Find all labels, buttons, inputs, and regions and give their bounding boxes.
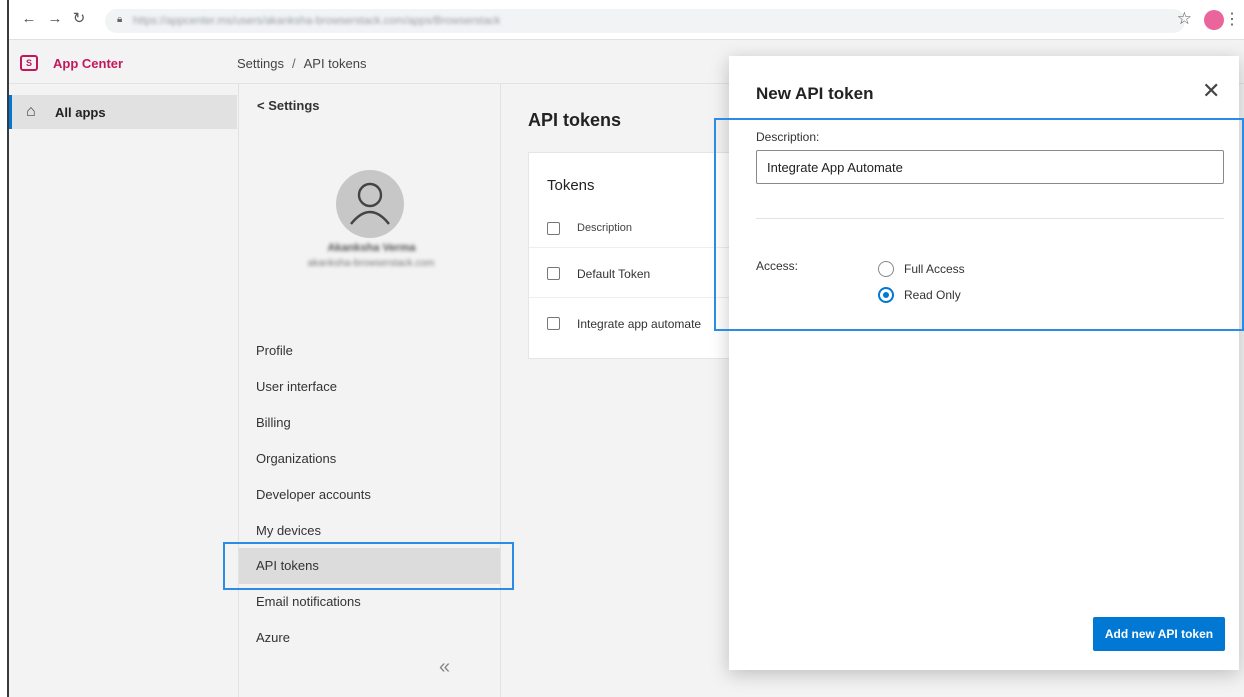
browser-menu-icon[interactable]: ⋮ (1224, 9, 1240, 29)
add-new-api-token-button[interactable]: Add new API token (1093, 617, 1225, 651)
breadcrumb-settings[interactable]: Settings (237, 56, 284, 71)
breadcrumb-current: API tokens (303, 56, 367, 71)
back-to-settings-link[interactable]: < Settings (257, 98, 320, 113)
breadcrumb: Settings / API tokens (237, 56, 366, 71)
back-arrow-icon[interactable]: ← (21, 11, 37, 27)
new-api-token-dialog: New API token ✕ Description: Access: Ful… (729, 56, 1239, 670)
user-email: akanksha-browserstack.com (307, 258, 435, 269)
person-icon (350, 182, 390, 225)
settings-item-developer-accounts[interactable]: Developer accounts (239, 477, 500, 513)
token-description: Integrate app automate (577, 317, 702, 331)
app-frame: ← → ↻ 🔒︎ https://appcenter.ms/users/akan… (7, 0, 1244, 697)
address-bar-url: https://appcenter.ms/users/akanksha-brow… (133, 15, 501, 27)
browser-toolbar: ← → ↻ 🔒︎ https://appcenter.ms/users/akan… (9, 0, 1244, 40)
divider (756, 218, 1224, 219)
bookmark-star-icon[interactable]: ☆ (1177, 9, 1192, 29)
row-checkbox[interactable] (547, 267, 560, 280)
token-description: Default Token (577, 267, 651, 281)
settings-item-email-notifications[interactable]: Email notifications (239, 584, 500, 620)
sidebar-item-label: All apps (55, 105, 106, 120)
app-name[interactable]: App Center (53, 56, 123, 71)
dialog-title: New API token (756, 84, 874, 103)
sidebar-item-all-apps[interactable]: ⌂ All apps (9, 95, 237, 129)
browser-profile-avatar[interactable] (1204, 10, 1224, 30)
settings-item-user-interface[interactable]: User interface (239, 369, 500, 405)
description-input[interactable] (756, 150, 1224, 184)
user-avatar (336, 170, 404, 238)
tokens-card-title: Tokens (547, 177, 595, 194)
left-nav: ⌂ All apps (9, 84, 239, 697)
settings-item-billing[interactable]: Billing (239, 405, 500, 441)
tokens-card: Tokens Description Default Token Integra… (528, 152, 749, 359)
settings-item-profile[interactable]: Profile (239, 333, 500, 369)
access-label: Access: (756, 259, 799, 273)
select-all-checkbox[interactable] (547, 222, 560, 235)
page-title: API tokens (528, 110, 622, 130)
settings-panel: < Settings Akanksha Verma akanksha-brows… (239, 84, 501, 697)
table-header-row: Description (529, 208, 749, 248)
app-center-logo-icon[interactable]: S (20, 55, 38, 71)
settings-item-api-tokens[interactable]: API tokens (239, 548, 500, 584)
user-name: Akanksha Verma (327, 242, 416, 254)
read-only-radio[interactable] (878, 287, 894, 303)
forward-arrow-icon[interactable]: → (47, 11, 63, 27)
settings-item-azure[interactable]: Azure (239, 620, 500, 656)
settings-item-organizations[interactable]: Organizations (239, 441, 500, 477)
read-only-label[interactable]: Read Only (904, 288, 961, 302)
table-row[interactable]: Default Token (529, 248, 749, 298)
reload-icon[interactable]: ↻ (71, 11, 87, 27)
table-row[interactable]: Integrate app automate (529, 298, 749, 348)
description-label: Description: (756, 130, 820, 144)
collapse-panel-icon[interactable]: « (439, 656, 450, 679)
row-checkbox[interactable] (547, 317, 560, 330)
address-bar[interactable]: 🔒︎ https://appcenter.ms/users/akanksha-b… (105, 9, 1185, 33)
breadcrumb-separator: / (291, 56, 296, 71)
settings-item-my-devices[interactable]: My devices (239, 513, 500, 549)
lock-icon: 🔒︎ (117, 14, 123, 25)
full-access-label[interactable]: Full Access (904, 262, 965, 276)
close-icon[interactable]: ✕ (1202, 80, 1220, 102)
full-access-radio[interactable] (878, 261, 894, 277)
home-icon: ⌂ (26, 103, 36, 120)
column-header-description: Description (577, 222, 633, 234)
